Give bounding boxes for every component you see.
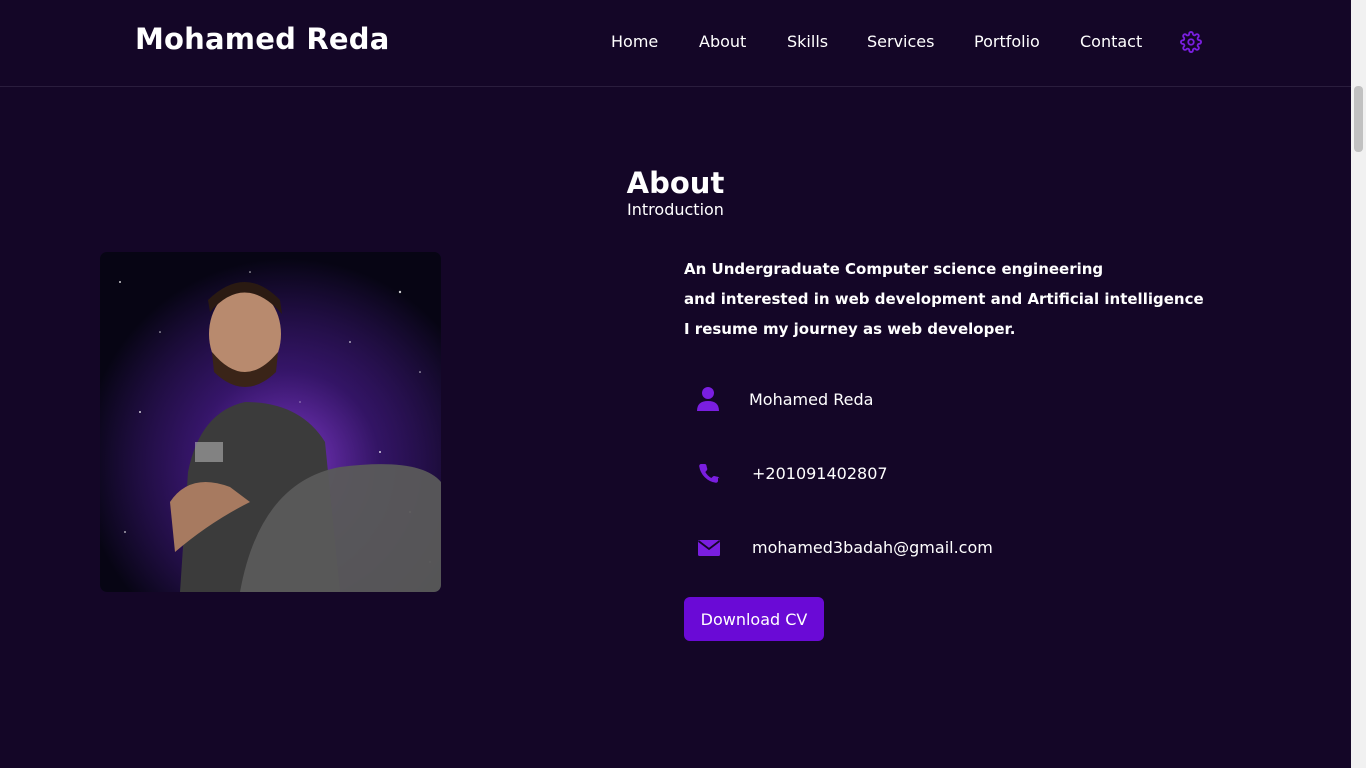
nav-about-link[interactable]: About xyxy=(699,32,746,51)
user-icon xyxy=(696,386,722,412)
gear-icon[interactable] xyxy=(1180,31,1202,53)
description-line: An Undergraduate Computer science engine… xyxy=(684,260,1104,278)
envelope-icon xyxy=(697,537,723,563)
section-subtitle: Introduction xyxy=(627,200,724,219)
page: Mohamed Reda Home About Skills Services … xyxy=(0,0,1366,768)
profile-photo xyxy=(100,252,441,592)
about-description: An Undergraduate Computer science engine… xyxy=(684,254,1204,344)
phone-icon xyxy=(697,461,723,487)
info-email: mohamed3badah@gmail.com xyxy=(752,538,993,557)
info-name: Mohamed Reda xyxy=(749,390,874,409)
nav-services-link[interactable]: Services xyxy=(867,32,934,51)
description-line: and interested in web development and Ar… xyxy=(684,290,1204,308)
description-line: I resume my journey as web developer. xyxy=(684,320,1016,338)
download-cv-button[interactable]: Download CV xyxy=(684,597,824,641)
info-phone: +201091402807 xyxy=(752,464,888,483)
nav-contact-link[interactable]: Contact xyxy=(1080,32,1142,51)
site-header: Mohamed Reda Home About Skills Services … xyxy=(0,0,1351,87)
main-nav: Home About Skills Services Portfolio Con… xyxy=(0,32,1351,56)
nav-skills-link[interactable]: Skills xyxy=(787,32,828,51)
nav-portfolio-link[interactable]: Portfolio xyxy=(974,32,1040,51)
nav-home-link[interactable]: Home xyxy=(611,32,658,51)
page-scrollbar[interactable] xyxy=(1351,0,1366,768)
scroll-thumb[interactable] xyxy=(1354,86,1363,152)
section-title: About xyxy=(626,166,725,200)
